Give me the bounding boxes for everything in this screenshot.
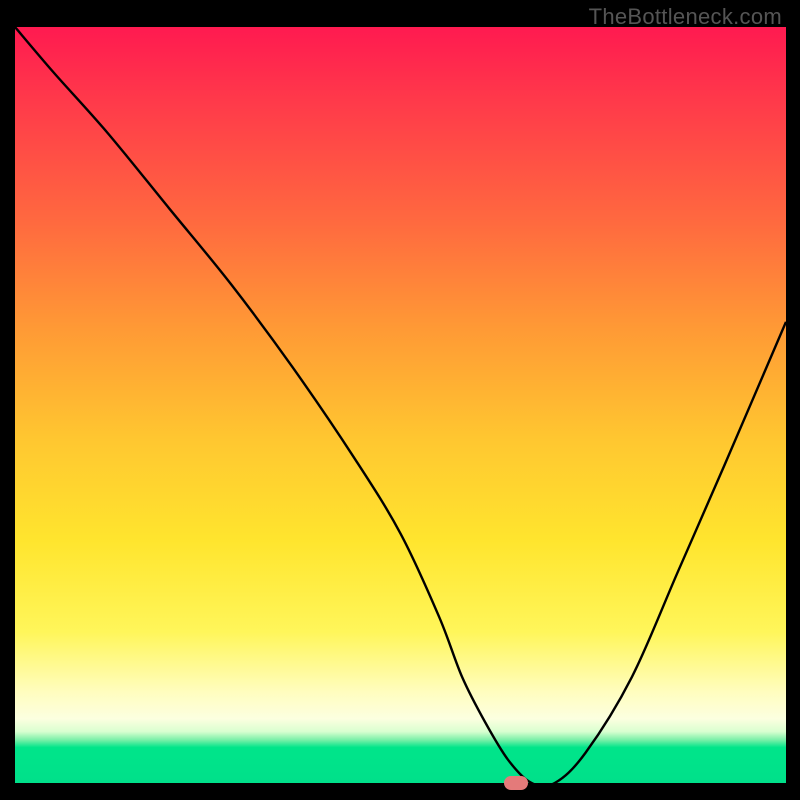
chart-frame: TheBottleneck.com bbox=[0, 0, 800, 800]
minimum-marker bbox=[504, 776, 528, 790]
plot-area bbox=[15, 27, 786, 783]
bottleneck-curve bbox=[15, 27, 786, 783]
watermark-text: TheBottleneck.com bbox=[589, 4, 782, 30]
